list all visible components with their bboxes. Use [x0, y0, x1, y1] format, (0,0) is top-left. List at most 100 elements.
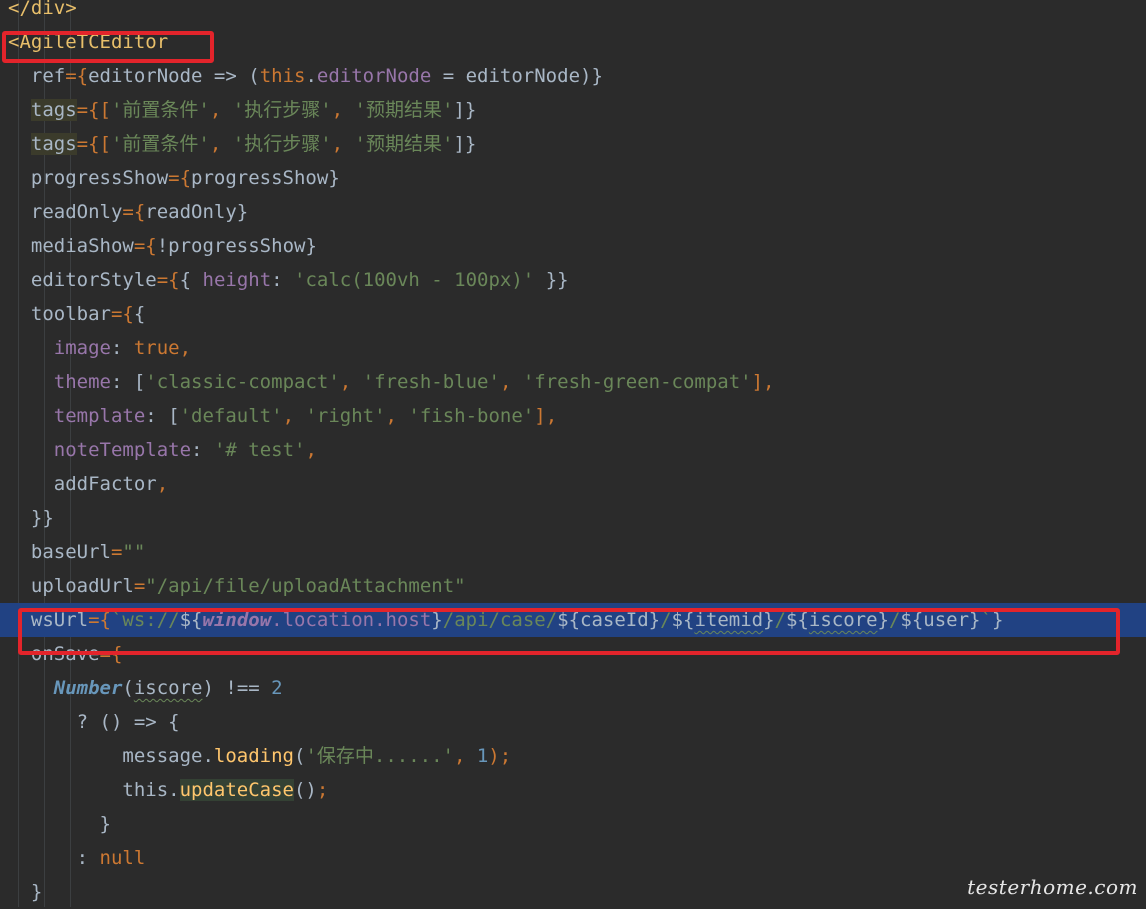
code-token: (	[293, 745, 306, 767]
code-token: editorNode	[316, 65, 432, 87]
annotation-box-wsurl	[18, 608, 1120, 655]
code-token: progressShow	[8, 167, 169, 189]
code-token: theme	[53, 371, 111, 393]
code-token: ={[	[76, 99, 111, 121]
code-token: '预期结果'	[354, 133, 454, 155]
code-token: readOnly	[8, 201, 123, 223]
code-token: ,	[209, 133, 233, 155]
watermark-text: testerhome.com	[967, 875, 1138, 899]
code-token: 'fresh-green-compat'	[522, 371, 752, 393]
code-line[interactable]: ? () => {	[0, 705, 1146, 739]
code-line[interactable]: }}	[0, 501, 1146, 535]
code-token: ref	[8, 65, 66, 87]
code-token: '执行步骤'	[232, 133, 332, 155]
code-line[interactable]: </div>	[0, 0, 1146, 25]
code-line[interactable]: tags={['前置条件', '执行步骤', '预期结果']}	[0, 127, 1146, 161]
code-token: .	[305, 65, 317, 87]
code-token: noteTemplate	[53, 439, 192, 461]
code-token: ,	[179, 337, 192, 359]
code-token: ={	[65, 65, 89, 87]
code-token: this	[259, 65, 306, 87]
code-token: {	[179, 269, 203, 291]
code-token: '前置条件'	[110, 133, 210, 155]
code-token: loading	[213, 745, 294, 767]
code-line[interactable]: uploadUrl="/api/file/uploadAttachment"	[0, 569, 1146, 603]
code-token: 1	[476, 745, 489, 767]
code-token: ],	[751, 371, 775, 393]
code-token: ],	[534, 405, 558, 427]
code-line[interactable]: message.loading('保存中......', 1);	[0, 739, 1146, 773]
code-token: toolbar	[8, 303, 111, 325]
code-token: ,	[209, 99, 233, 121]
code-token: =	[133, 575, 146, 597]
code-token: mediaShow	[8, 235, 134, 257]
code-token: ={	[133, 235, 157, 257]
code-line[interactable]: }	[0, 807, 1146, 841]
code-token: this.	[8, 779, 180, 801]
code-token: }	[8, 881, 43, 903]
code-token: 'classic-compact'	[145, 371, 340, 393]
code-line[interactable]: readOnly={readOnly}	[0, 195, 1146, 229]
code-token: ,	[331, 133, 355, 155]
code-token: = editorNode)}	[431, 65, 603, 87]
code-token: '前置条件'	[110, 99, 210, 121]
code-token: }	[8, 813, 111, 835]
code-line[interactable]: Number(iscore) !== 2	[0, 671, 1146, 705]
code-token: 'right'	[305, 405, 386, 427]
code-editor[interactable]: </div> <AgileTCEditor ref={editorNode => …	[0, 0, 1146, 907]
code-line[interactable]: theme: ['classic-compact', 'fresh-blue',…	[0, 365, 1146, 399]
code-line[interactable]: image: true,	[0, 331, 1146, 365]
code-line[interactable]: : null	[0, 841, 1146, 875]
code-line[interactable]: noteTemplate: '# test',	[0, 433, 1146, 467]
code-line[interactable]: template: ['default', 'right', 'fish-bon…	[0, 399, 1146, 433]
code-token: : [	[145, 405, 180, 427]
code-line[interactable]: toolbar={{	[0, 297, 1146, 331]
code-token: ={[	[76, 133, 111, 155]
annotation-box-component	[2, 31, 214, 63]
code-token: "/api/file/uploadAttachment"	[145, 575, 466, 597]
code-token: ) !==	[202, 677, 272, 699]
code-token: editorNode => (	[88, 65, 260, 87]
code-token: ,	[282, 405, 306, 427]
code-line[interactable]: tags={['前置条件', '执行步骤', '预期结果']}	[0, 93, 1146, 127]
code-token: {	[133, 303, 146, 325]
code-token: tags	[30, 133, 77, 155]
code-token: : [	[110, 371, 146, 393]
code-token: ,	[453, 745, 477, 767]
code-token: ? () => {	[8, 711, 180, 733]
code-line[interactable]: ref={editorNode => (this.editorNode = ed…	[0, 59, 1146, 93]
code-token: ,	[385, 405, 409, 427]
code-token: }}	[8, 507, 54, 529]
code-token: ={	[110, 303, 134, 325]
code-token: }}	[534, 269, 569, 291]
code-line[interactable]: mediaShow={!progressShow}	[0, 229, 1146, 263]
code-line[interactable]: progressShow={progressShow}	[0, 161, 1146, 195]
code-token: height	[202, 269, 272, 291]
code-token: :	[271, 269, 295, 291]
code-token: (	[122, 677, 134, 699]
code-token: :	[8, 847, 100, 869]
code-token: editorStyle	[8, 269, 157, 291]
code-token: :	[191, 439, 214, 461]
code-token: ,	[156, 473, 169, 495]
code-token: ,	[331, 99, 355, 121]
code-token: </div>	[8, 0, 77, 19]
code-token: ]}	[453, 99, 477, 121]
code-token: readOnly}	[145, 201, 249, 223]
code-line[interactable]: baseUrl=""	[0, 535, 1146, 569]
code-token: ,	[499, 371, 523, 393]
code-token: :	[110, 337, 134, 359]
code-line[interactable]: addFactor,	[0, 467, 1146, 501]
code-token: tags	[30, 99, 77, 121]
code-token: progressShow}	[191, 167, 340, 189]
code-token: 'calc(100vh - 100px)'	[294, 269, 535, 291]
code-line[interactable]: editorStyle={{ height: 'calc(100vh - 100…	[0, 263, 1146, 297]
code-token: ;	[316, 779, 329, 801]
code-line[interactable]: this.updateCase();	[0, 773, 1146, 807]
code-token: iscore	[133, 677, 203, 699]
